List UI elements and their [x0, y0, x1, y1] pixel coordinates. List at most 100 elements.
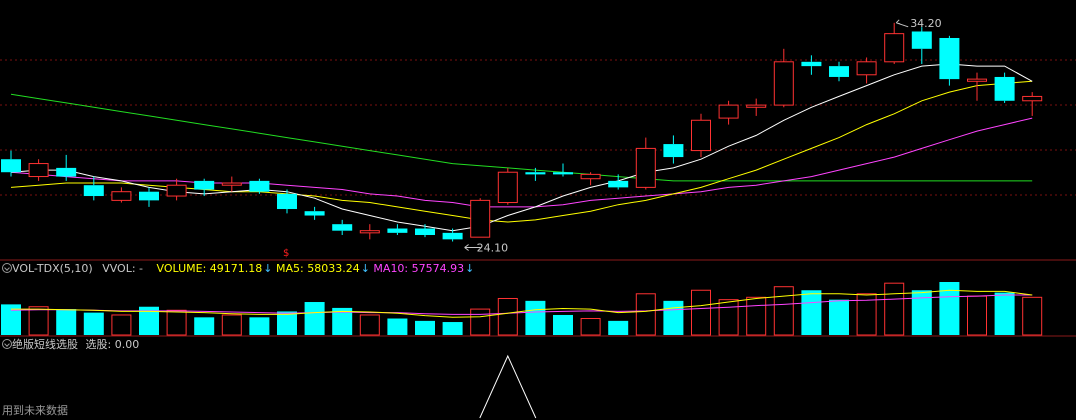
candle-body — [746, 104, 767, 108]
indicator-name[interactable]: 绝版短线选股 — [12, 338, 78, 351]
ma-short-line — [10, 63, 1033, 232]
volume-moving-averages — [10, 289, 1033, 318]
volume-arrow-icon: ↓ — [263, 262, 273, 275]
volume-bar — [691, 289, 711, 336]
volume-bar — [718, 299, 739, 336]
volume-bar — [497, 297, 518, 336]
volume-dropdown-icon[interactable] — [2, 263, 12, 273]
volume-bar — [994, 292, 1015, 335]
candle-body — [856, 61, 877, 76]
volume-bar — [277, 311, 297, 335]
candle-body — [663, 144, 684, 158]
candle-body — [1022, 95, 1043, 102]
candle-body — [967, 78, 987, 82]
candle-body — [994, 76, 1015, 101]
candle-body — [221, 182, 242, 186]
candle-body — [442, 232, 463, 240]
candle-body — [332, 224, 353, 231]
volume-bar — [663, 300, 684, 335]
volume-bar — [829, 299, 849, 335]
candle-body — [277, 193, 297, 210]
candle-body — [56, 167, 77, 177]
volume-bar — [635, 293, 656, 336]
ma5-arrow-icon: ↓ — [360, 262, 370, 275]
volume-bar — [221, 314, 242, 336]
candle-body — [497, 171, 518, 204]
candle-body — [139, 191, 159, 201]
volume-bar — [56, 309, 77, 335]
volume-bar — [442, 322, 463, 335]
volume-bar — [415, 320, 435, 335]
volume-bar — [387, 318, 408, 335]
volume-bar — [111, 314, 132, 336]
signal-marker: $ — [283, 248, 289, 259]
volume-bar — [470, 308, 491, 336]
candle-body — [884, 33, 905, 63]
volume-bar — [28, 306, 49, 336]
candle-body — [28, 163, 49, 178]
candle-body — [718, 104, 739, 119]
volume-bar — [304, 302, 325, 335]
candle-body — [166, 184, 187, 197]
candle-body — [635, 147, 656, 188]
candle-body — [359, 230, 380, 234]
candle-body — [415, 228, 435, 236]
candle-body — [773, 61, 794, 106]
volume-bar — [773, 286, 794, 336]
indicator-series — [479, 354, 537, 419]
volume-bar — [580, 318, 601, 336]
volume-bar — [608, 320, 629, 335]
candlestick-series — [1, 22, 1043, 242]
candle-body — [911, 31, 932, 49]
candle-body — [801, 61, 822, 67]
candle-body — [83, 185, 104, 197]
candle-body — [1, 159, 21, 173]
volume-bar — [967, 295, 987, 336]
high-price-label: 34.20 — [910, 17, 942, 30]
ma-mid-line — [10, 80, 1033, 223]
candle-body — [304, 211, 325, 216]
candle-body — [194, 180, 215, 190]
candle-body — [829, 66, 849, 77]
volume-value: VOLUME: 49171.18 — [156, 262, 263, 275]
volume-header: VOL-TDX(5,10) VVOL: - VOLUME: 49171.18↓ … — [2, 262, 474, 276]
ma-long-line — [10, 117, 1033, 208]
stock-chart: 34.20 24.10 $ — [0, 17, 1076, 419]
volume-bar — [746, 296, 767, 336]
candle-body — [249, 180, 270, 192]
price-annotations: 34.20 24.10 $ — [283, 17, 942, 259]
volume-bars — [1, 282, 1043, 336]
volume-bar — [884, 282, 905, 336]
ma10-arrow-icon: ↓ — [465, 262, 475, 275]
candle-body — [525, 172, 546, 175]
candle-body — [470, 199, 491, 238]
candle-body — [691, 119, 711, 152]
volume-bar — [249, 317, 270, 335]
high-arrow-icon — [895, 19, 909, 28]
low-price-label: 24.10 — [477, 242, 509, 255]
candle-body — [111, 191, 132, 201]
ma10-value: MA10: 57574.93 — [373, 262, 465, 275]
volume-bar — [1022, 296, 1043, 336]
signal-spike-line — [479, 354, 537, 419]
ma-longest-line — [10, 93, 1033, 182]
candle-body — [387, 228, 408, 233]
future-data-note: 用到未来数据 — [2, 404, 68, 417]
volume-bar — [553, 314, 573, 335]
volume-bar — [359, 314, 380, 336]
candle-body — [608, 180, 629, 188]
candle-body — [939, 37, 960, 80]
volume-bar — [194, 317, 215, 335]
indicator-value: 选股: 0.00 — [85, 338, 140, 351]
volume-bar — [525, 300, 546, 335]
volume-indicator-name[interactable]: VOL-TDX(5,10) — [12, 262, 93, 275]
candle-body — [580, 173, 601, 180]
volume-ma5-line — [11, 289, 1033, 318]
indicator-header: 绝版短线选股 选股: 0.00 — [2, 338, 139, 352]
volume-bar — [166, 309, 187, 336]
candle-body — [553, 172, 573, 175]
price-moving-averages — [10, 63, 1033, 232]
indicator-dropdown-icon[interactable] — [2, 339, 12, 349]
volume-bar — [83, 312, 104, 335]
volume-bar — [801, 290, 822, 335]
